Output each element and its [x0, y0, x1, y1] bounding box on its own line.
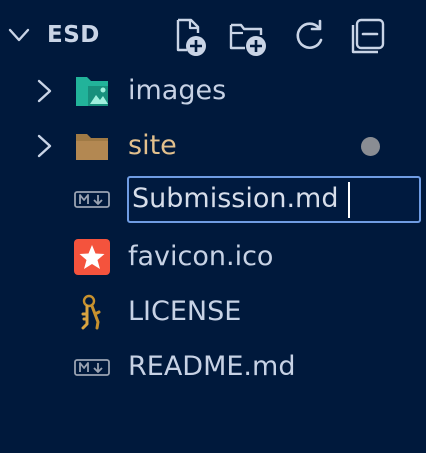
tree-item-label: site — [128, 130, 177, 161]
text-cursor — [348, 182, 350, 218]
markdown-icon — [73, 181, 111, 217]
section-title: ESD — [47, 22, 100, 48]
tree-item-site[interactable]: site — [0, 120, 426, 172]
new-file-icon[interactable] — [171, 16, 211, 56]
folder-icon — [73, 128, 111, 164]
images-folder-icon — [73, 73, 111, 109]
tree-item-label: favicon.ico — [128, 241, 274, 272]
tree-item-label: README.md — [128, 351, 296, 382]
tree-item-images[interactable]: images — [0, 65, 426, 117]
file-explorer: ESD images site Submission.md favicon.ic… — [0, 0, 426, 453]
tree-item-label: images — [128, 75, 227, 106]
tree-item-label: LICENSE — [128, 296, 242, 327]
modified-indicator-dot — [361, 137, 380, 156]
refresh-icon[interactable] — [289, 16, 329, 56]
chevron-right-icon[interactable] — [33, 79, 55, 103]
tree-item-readme[interactable]: README.md — [0, 341, 426, 393]
new-folder-icon[interactable] — [228, 16, 268, 56]
chevron-right-icon[interactable] — [33, 134, 55, 158]
markdown-icon — [73, 349, 111, 385]
tree-item-license[interactable]: LICENSE — [0, 286, 426, 338]
rename-input[interactable] — [127, 176, 421, 223]
tree-item-submission[interactable] — [0, 173, 426, 225]
favicon-star-icon — [73, 239, 111, 275]
explorer-section-header[interactable]: ESD — [0, 6, 426, 62]
license-key-icon — [73, 294, 111, 330]
chevron-down-icon[interactable] — [8, 24, 30, 46]
collapse-all-icon[interactable] — [348, 16, 388, 56]
tree-item-favicon[interactable]: favicon.ico — [0, 231, 426, 283]
